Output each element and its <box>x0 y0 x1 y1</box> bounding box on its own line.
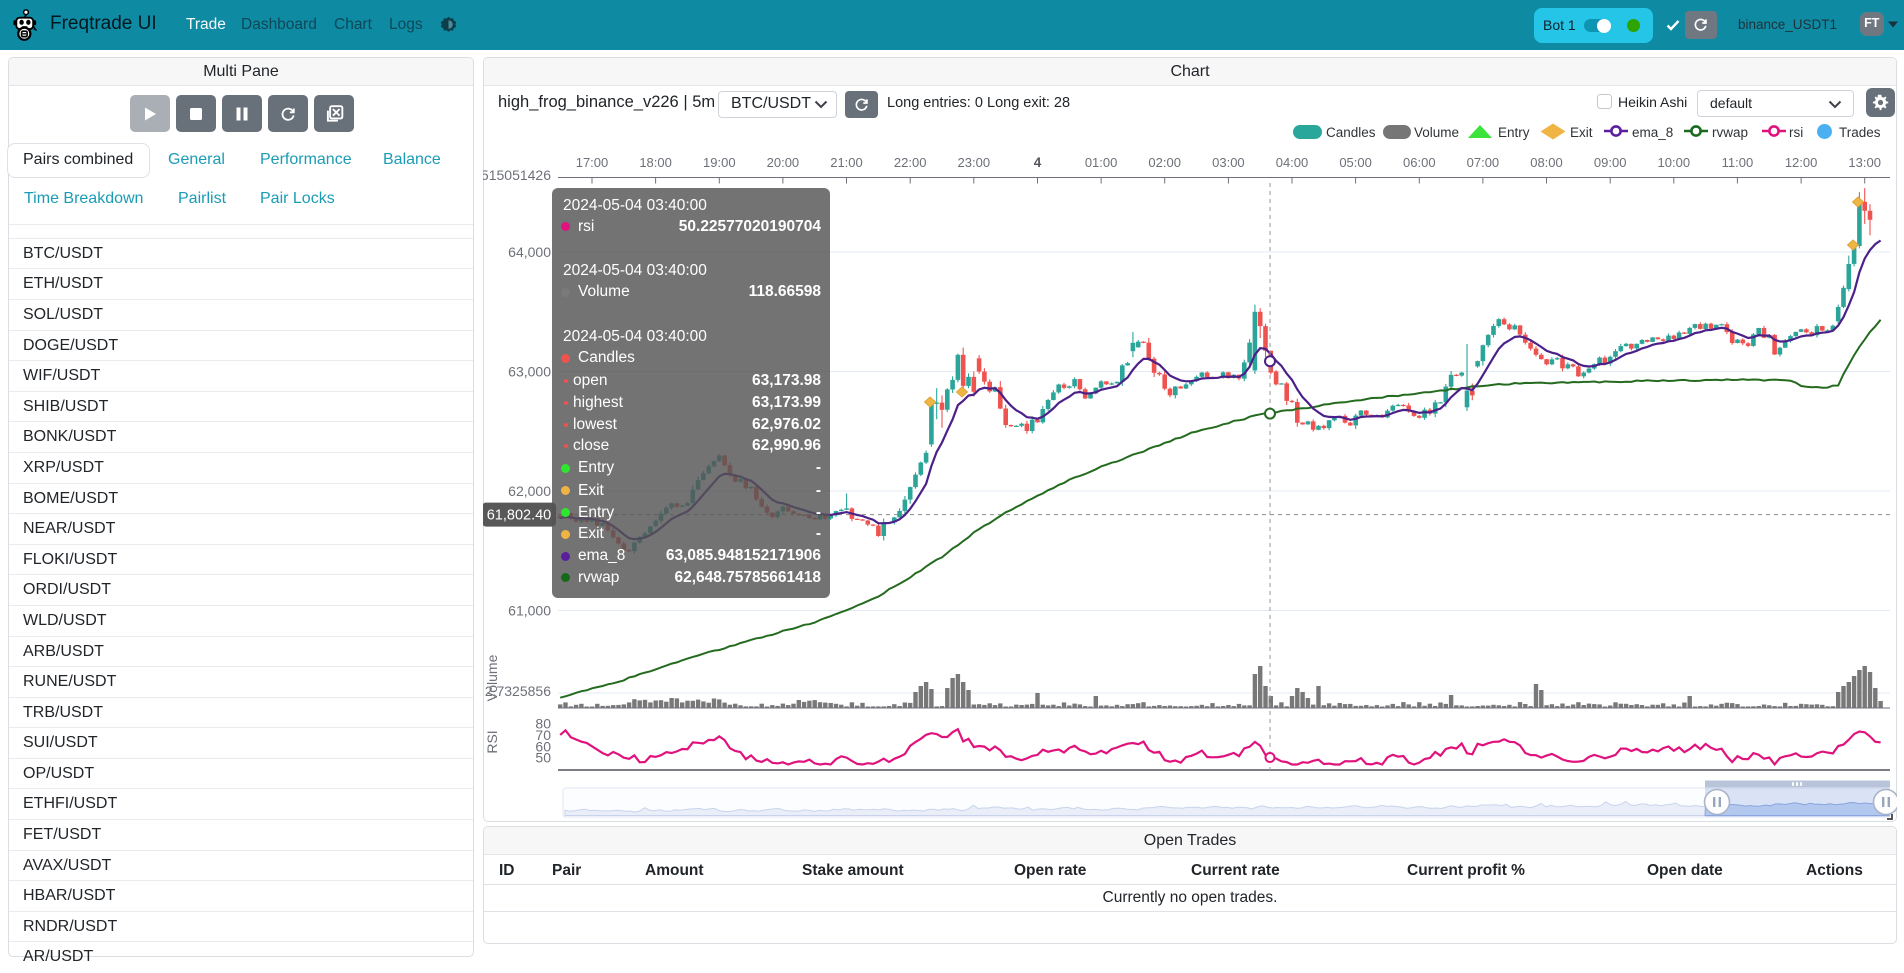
svg-text:17:00: 17:00 <box>576 155 609 170</box>
svg-text:61,802.40: 61,802.40 <box>487 508 552 524</box>
svg-text:4: 4 <box>1034 155 1042 170</box>
svg-text:10:00: 10:00 <box>1658 155 1691 170</box>
svg-text:23:00: 23:00 <box>958 155 991 170</box>
svg-text:515051426: 515051426 <box>483 167 551 183</box>
svg-text:50: 50 <box>535 750 551 766</box>
svg-text:12:00: 12:00 <box>1785 155 1818 170</box>
svg-text:05:00: 05:00 <box>1339 155 1372 170</box>
svg-text:13:00: 13:00 <box>1848 155 1881 170</box>
svg-text:06:00: 06:00 <box>1403 155 1436 170</box>
svg-text:22:00: 22:00 <box>894 155 927 170</box>
svg-text:20:00: 20:00 <box>767 155 800 170</box>
svg-text:19:00: 19:00 <box>703 155 736 170</box>
svg-text:09:00: 09:00 <box>1594 155 1627 170</box>
svg-text:03:00: 03:00 <box>1212 155 1245 170</box>
svg-text:04:00: 04:00 <box>1276 155 1309 170</box>
svg-text:21:00: 21:00 <box>830 155 863 170</box>
svg-text:Volume: Volume <box>484 654 500 701</box>
svg-text:18:00: 18:00 <box>639 155 672 170</box>
svg-text:62,000: 62,000 <box>508 483 551 499</box>
svg-text:63,000: 63,000 <box>508 364 551 380</box>
svg-text:61,000: 61,000 <box>508 603 551 619</box>
svg-text:08:00: 08:00 <box>1530 155 1563 170</box>
svg-text:64,000: 64,000 <box>508 244 551 260</box>
svg-text:RSI: RSI <box>484 730 500 753</box>
svg-text:01:00: 01:00 <box>1085 155 1118 170</box>
svg-text:11:00: 11:00 <box>1722 155 1754 170</box>
svg-text:02:00: 02:00 <box>1148 155 1181 170</box>
svg-text:07:00: 07:00 <box>1467 155 1500 170</box>
